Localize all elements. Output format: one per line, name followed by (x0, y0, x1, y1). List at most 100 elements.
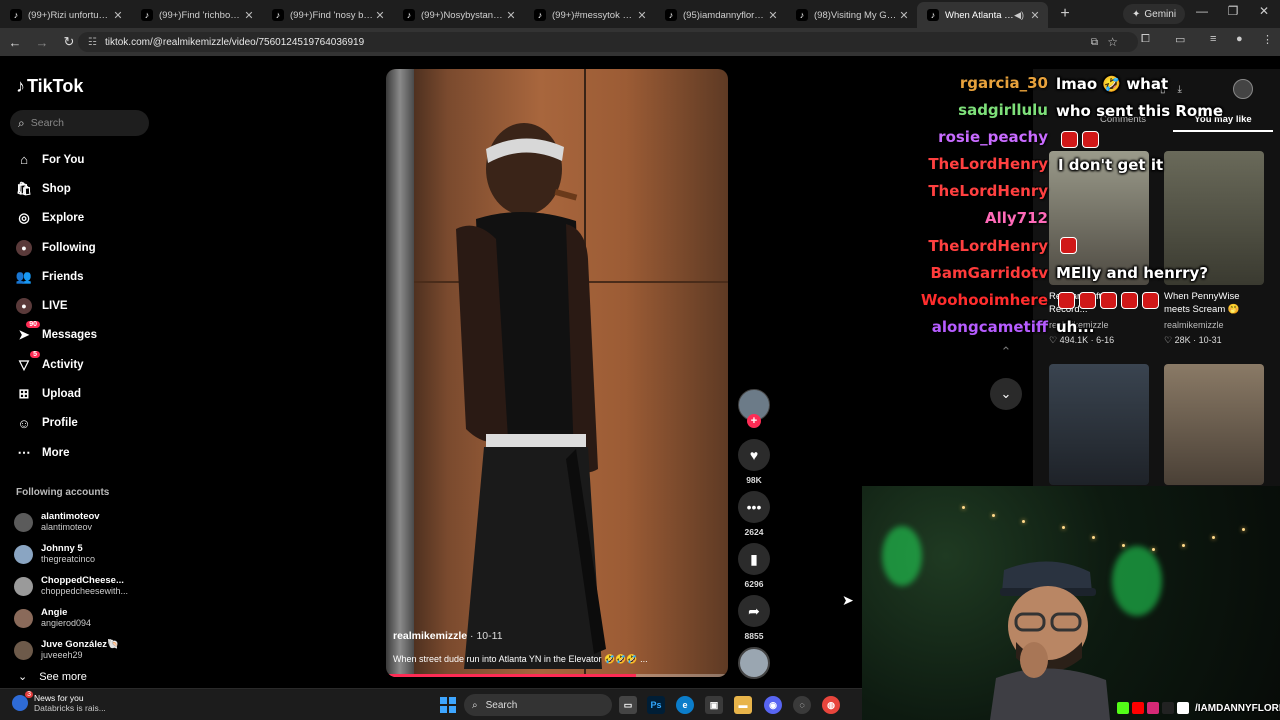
search-input[interactable]: ⌕ Search (10, 110, 149, 136)
see-more-button[interactable]: ⌄ See more (18, 670, 87, 684)
tab-title: (99+)Find 'nosy bystand (290, 9, 373, 21)
close-icon[interactable]: ✕ (635, 9, 649, 22)
bookmark-icon[interactable]: ▮ (738, 543, 770, 575)
minimize-button[interactable]: — (1188, 4, 1216, 18)
share-arrow-icon[interactable]: ➦ (738, 595, 770, 627)
chat-emote-row (1060, 237, 1077, 254)
discord-icon[interactable]: ◉ (764, 696, 782, 714)
card-meta: ♡ 28K · 10-31 (1164, 335, 1222, 345)
heart-icon[interactable]: ♥ (738, 439, 770, 471)
recommended-video-card[interactable] (1164, 364, 1264, 485)
share-action[interactable]: ➦ 8855 (738, 595, 770, 641)
video-username[interactable]: realmikemizzle (393, 630, 467, 642)
video-caption[interactable]: When street dude run into Atlanta YN in … (393, 654, 648, 665)
split-view-icon[interactable]: ▭ (1175, 33, 1185, 46)
window-close-button[interactable]: ✕ (1250, 4, 1278, 18)
chrome-icon[interactable]: ◍ (822, 696, 840, 714)
comment-bubble-icon[interactable]: ••• (738, 491, 770, 523)
card-author[interactable]: realmikemizzle (1164, 320, 1264, 330)
close-icon[interactable]: ✕ (766, 9, 780, 22)
user-avatar[interactable] (1233, 79, 1253, 99)
windows-start-icon[interactable] (440, 697, 456, 713)
sidebar-item-more[interactable]: ⋯ More (0, 438, 170, 467)
close-icon[interactable]: ✕ (242, 9, 256, 22)
obs-icon[interactable]: ◌ (793, 696, 811, 714)
close-icon[interactable]: ✕ (111, 9, 125, 22)
address-bar[interactable]: ☷ tiktok.com/@realmikemizzle/video/75601… (78, 32, 1138, 52)
video-progress-bar[interactable] (386, 674, 728, 677)
video-author[interactable]: realmikemizzle · 10-11 (393, 630, 503, 642)
browser-tab[interactable]: ♪ (95)iamdannyflores (@✕ (655, 2, 786, 28)
new-tab-button[interactable]: + (1054, 2, 1076, 28)
extensions-icon[interactable]: ⧠ (1141, 33, 1150, 46)
sidebar-item-live[interactable]: ● LIVE (0, 291, 170, 320)
browser-tab[interactable]: ♪ (99+)Nosybystander wa✕ (393, 2, 524, 28)
media-controls-icon[interactable]: ≡ (1210, 33, 1216, 45)
close-icon[interactable]: ✕ (1028, 9, 1042, 22)
sidebar-item-profile[interactable]: ☺ Profile (0, 409, 170, 438)
next-video-button[interactable]: ⌄ (990, 378, 1022, 410)
sparkle-icon: ✦ (1132, 8, 1141, 20)
gemini-button[interactable]: ✦ Gemini (1123, 4, 1186, 24)
video-thumbnail[interactable] (1164, 364, 1264, 485)
close-icon[interactable]: ✕ (373, 9, 387, 22)
browser-tab[interactable]: ♪ (99+)Find 'richboycardy✕ (131, 2, 262, 28)
speaker-icon[interactable]: ◀) (1014, 10, 1024, 21)
follow-plus-button[interactable]: + (747, 414, 761, 428)
browser-tab[interactable]: ♪ (99+)Find 'nosy bystand✕ (262, 2, 393, 28)
video-thumbnail[interactable] (1049, 364, 1149, 485)
file-explorer-icon[interactable]: ▬ (734, 696, 752, 714)
following-account[interactable]: Juve González🐚 juveeeh29 (0, 634, 170, 666)
browser-tab[interactable]: ♪ (99+)Rizi unfortunately✕ (0, 2, 131, 28)
sidebar-item-following[interactable]: ● Following (0, 233, 170, 262)
sidebar-item-friends[interactable]: 👥 Friends (0, 262, 170, 291)
install-app-icon[interactable]: ⧉ (1091, 37, 1098, 48)
browser-tab[interactable]: ♪ (99+)#messytok #rizi #✕ (524, 2, 655, 28)
following-account[interactable]: Angie angierod094 (0, 602, 170, 634)
sidebar-item-shop[interactable]: 🛍 Shop (0, 174, 170, 203)
see-more-label: See more (39, 670, 87, 683)
back-button[interactable]: ← (3, 35, 27, 50)
tiktok-favicon-icon: ♪ (796, 9, 808, 21)
following-account[interactable]: alantimoteov alantimoteov (0, 506, 170, 538)
windows-taskbar: 3 News for you Databricks is rais... ⌕ Sea… (0, 688, 862, 720)
recommended-video-card[interactable]: When PennyWise meets Scream 🤭 realmikemi… (1164, 151, 1264, 346)
task-view-icon[interactable]: ▭ (619, 696, 637, 714)
store-icon[interactable]: ▣ (705, 696, 723, 714)
close-icon[interactable]: ✕ (504, 9, 518, 22)
sidebar-item-upload[interactable]: ⊞ Upload (0, 379, 170, 408)
site-info-icon[interactable]: ☷ (88, 37, 97, 48)
comment-action[interactable]: ••• 2624 (738, 491, 770, 537)
download-icon[interactable]: ⤓ (1178, 84, 1182, 95)
maximize-button[interactable]: ❐ (1219, 4, 1247, 18)
tiktok-logo[interactable]: ♪ TikTok (16, 76, 83, 97)
sidebar-item-messages[interactable]: ➤ 90 Messages (0, 321, 170, 350)
taskbar-search[interactable]: ⌕ Search (464, 694, 612, 716)
card-title[interactable]: When PennyWise meets Scream 🤭 (1164, 290, 1264, 318)
video-player[interactable]: realmikemizzle · 10-11 When street dude … (386, 69, 728, 677)
sidebar-item-label: Activity (42, 358, 84, 371)
recommended-video-card[interactable] (1049, 364, 1149, 485)
following-account[interactable]: ChoppedCheese... choppedcheesewith... (0, 570, 170, 602)
browser-tab[interactable]: ♪ (98)Visiting My Granny✕ (786, 2, 917, 28)
account-handle: juveeeh29 (41, 650, 83, 660)
avatar (14, 608, 33, 628)
sidebar-item-explore[interactable]: ◎ Explore (0, 204, 170, 233)
sidebar-item-activity[interactable]: ▽ 5 Activity (0, 350, 170, 379)
sidebar-item-for-you[interactable]: ⌂ For You (0, 145, 170, 174)
sidebar-item-label: Messages (42, 329, 97, 342)
forward-button[interactable]: → (30, 35, 54, 50)
edge-icon[interactable]: e (676, 696, 694, 714)
photoshop-icon[interactable]: Ps (647, 696, 665, 714)
browser-tab-active[interactable]: ♪ When Atlanta Stree◀) ✕ (917, 2, 1048, 28)
bookmark-star-icon[interactable]: ☆ (1107, 35, 1118, 49)
like-action[interactable]: ♥ 98K (738, 439, 770, 485)
close-icon[interactable]: ✕ (897, 9, 911, 22)
following-account[interactable]: Johnny 5 thegreatcinco (0, 538, 170, 570)
news-widget[interactable]: 3 News for you Databricks is rais... (12, 691, 106, 713)
menu-kebab-icon[interactable]: ⋮ (1262, 33, 1273, 46)
save-action[interactable]: ▮ 6296 (738, 543, 770, 589)
sound-disc-avatar[interactable] (738, 647, 770, 679)
friends-icon: 👥 (15, 268, 33, 284)
profile-avatar-icon[interactable]: ● (1236, 33, 1243, 45)
